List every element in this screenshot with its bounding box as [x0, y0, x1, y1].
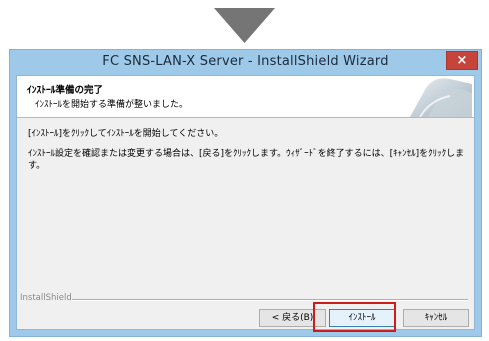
wizard-client-area: ｲﾝｽﾄｰﾙ準備の完了 ｲﾝｽﾄｰﾙを開始する準備が整いました。 [ｲﾝｽﾄｰﾙ… — [16, 75, 475, 330]
page-subtitle: ｲﾝｽﾄｰﾙを開始する準備が整いました。 — [35, 100, 189, 110]
wizard-banner-graphic — [410, 78, 472, 117]
install-button[interactable]: ｲﾝｽﾄｰﾙ — [329, 309, 395, 327]
back-button[interactable]: < 戻る(B) — [259, 309, 326, 327]
installshield-brand-label: InstallShield — [20, 293, 72, 303]
wizard-header: ｲﾝｽﾄｰﾙ準備の完了 ｲﾝｽﾄｰﾙを開始する準備が整いました。 — [17, 76, 474, 118]
instruction-detail-text: ｲﾝｽﾄｰﾙ設定を確認または変更する場合は、[戻る]をｸﾘｯｸします。ｳｨｻﾞｰ… — [28, 149, 465, 171]
page-title: ｲﾝｽﾄｰﾙ準備の完了 — [27, 85, 104, 96]
installshield-wizard-window: FC SNS-LAN-X Server - InstallShield Wiza… — [9, 49, 482, 337]
close-button[interactable]: × — [446, 51, 478, 70]
title-bar[interactable]: FC SNS-LAN-X Server - InstallShield Wiza… — [10, 50, 481, 74]
footer-divider — [72, 299, 468, 301]
window-title: FC SNS-LAN-X Server - InstallShield Wiza… — [102, 54, 389, 69]
step-arrow-icon — [214, 8, 275, 43]
cancel-button[interactable]: ｷｬﾝｾﾙ — [403, 309, 469, 327]
instruction-text: [ｲﾝｽﾄｰﾙ]をｸﾘｯｸしてｲﾝｽﾄｰﾙを開始してください。 — [28, 129, 224, 139]
